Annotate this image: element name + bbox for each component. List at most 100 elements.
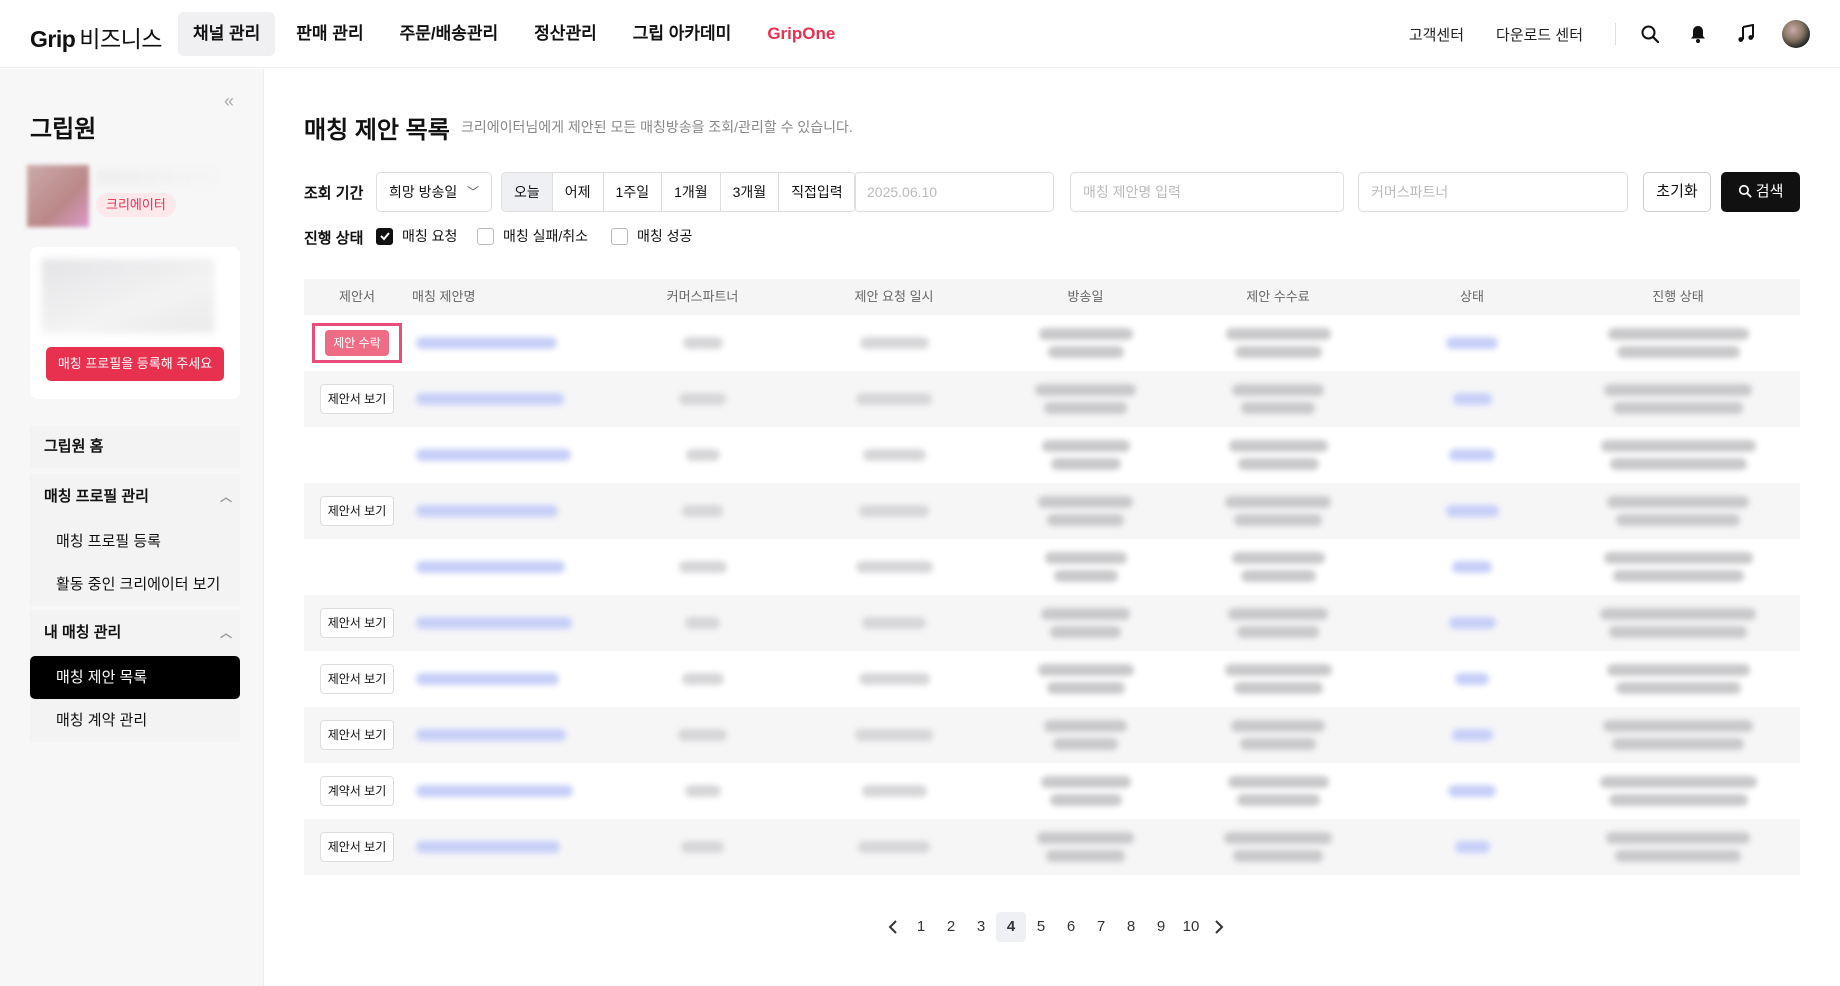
chevron-left-icon[interactable] <box>880 912 906 942</box>
request-date-cell <box>785 539 1003 595</box>
status-checkbox-failed[interactable]: 매칭 실패/취소 <box>477 226 588 246</box>
proposal-name-cell[interactable] <box>410 315 620 371</box>
sidebar-group-my-matching[interactable]: 내 매칭 관리 ︿ <box>30 610 240 656</box>
sidebar-item-active-creators[interactable]: 활동 중인 크리에이터 보기 <box>30 563 240 606</box>
sidebar-item-contract-manage[interactable]: 매칭 계약 관리 <box>30 699 240 742</box>
progress-cell <box>1556 315 1800 371</box>
action-cell: 제안 수락 <box>304 315 410 371</box>
action-cell: 제안서 보기 <box>304 707 410 763</box>
redacted-text <box>1040 776 1131 788</box>
range-custom[interactable]: 직접입력 <box>779 173 855 211</box>
avatar[interactable] <box>1782 20 1810 48</box>
redacted-text <box>1609 458 1747 470</box>
gnb-channel[interactable]: 채널 관리 <box>178 12 276 56</box>
sidebar-item-proposal-list[interactable]: 매칭 제안 목록 <box>30 656 240 699</box>
proposal-name-cell[interactable] <box>410 483 620 539</box>
range-yesterday[interactable]: 어제 <box>552 173 604 211</box>
date-field[interactable]: 2025.06.10 <box>854 172 1054 212</box>
sidebar-group-profile[interactable]: 매칭 프로필 관리 ︿ <box>30 474 240 520</box>
redacted-text <box>1606 832 1750 844</box>
progress-cell <box>1556 539 1800 595</box>
gnb-orders[interactable]: 주문/배송관리 <box>385 12 514 56</box>
download-center-link[interactable]: 다운로드 센터 <box>1496 24 1583 45</box>
redacted-text <box>1446 337 1498 349</box>
proposal-name-cell[interactable] <box>410 707 620 763</box>
collapse-sidebar-icon[interactable]: « <box>224 91 234 112</box>
reset-button[interactable]: 초기화 <box>1643 172 1711 212</box>
view-document-button[interactable]: 제안서 보기 <box>319 496 395 526</box>
proposal-name-cell[interactable] <box>410 427 620 483</box>
column-header: 제안서 <box>339 289 375 304</box>
broadcast-date-cell <box>1003 819 1168 875</box>
view-document-button[interactable]: 제안서 보기 <box>319 832 395 862</box>
view-document-button[interactable]: 제안서 보기 <box>319 384 395 414</box>
gnb-gripone[interactable]: GripOne <box>752 12 850 56</box>
bell-icon[interactable] <box>1686 22 1710 46</box>
redacted-text <box>1232 384 1324 396</box>
redacted-text <box>1612 738 1744 750</box>
grip-business-logo[interactable]: Grip 비즈니스 <box>30 20 162 54</box>
page-3[interactable]: 3 <box>966 912 996 942</box>
page-2[interactable]: 2 <box>936 912 966 942</box>
proposal-name-cell[interactable] <box>410 371 620 427</box>
request-date-cell <box>785 595 1003 651</box>
page-10[interactable]: 10 <box>1176 912 1206 942</box>
redacted-text <box>681 841 724 853</box>
search-icon <box>1738 184 1752 198</box>
gnb-academy[interactable]: 그립 아카데미 <box>618 12 747 56</box>
search-icon[interactable] <box>1638 22 1662 46</box>
page-9[interactable]: 9 <box>1146 912 1176 942</box>
sidebar-item-profile-register[interactable]: 매칭 프로필 등록 <box>30 520 240 563</box>
view-document-button[interactable]: 제안서 보기 <box>319 720 395 750</box>
partner-cell <box>620 819 785 875</box>
gnb-sales[interactable]: 판매 관리 <box>281 12 378 56</box>
page-7[interactable]: 7 <box>1086 912 1116 942</box>
proposal-name-cell[interactable] <box>410 651 620 707</box>
broadcast-date-cell <box>1003 371 1168 427</box>
sidebar-title: 그립원 <box>30 116 97 143</box>
proposal-name-cell[interactable] <box>410 763 620 819</box>
redacted-text <box>1234 514 1322 526</box>
sidebar-item-home[interactable]: 그립원 홈 <box>30 426 240 468</box>
redacted-text <box>416 449 571 461</box>
table-row: 제안서 보기 <box>304 707 1800 763</box>
register-profile-button[interactable]: 매칭 프로필을 등록해 주세요 <box>46 347 224 381</box>
range-today[interactable]: 오늘 <box>502 173 553 211</box>
proposal-name-input[interactable]: 매칭 제안명 입력 <box>1070 172 1344 212</box>
accept-proposal-button[interactable]: 제안 수락 <box>325 330 389 356</box>
proposal-name-cell[interactable] <box>410 539 620 595</box>
page-5[interactable]: 5 <box>1026 912 1056 942</box>
page-6[interactable]: 6 <box>1056 912 1086 942</box>
gnb-settlement[interactable]: 정산관리 <box>519 12 612 56</box>
table-row: 제안서 보기 <box>304 819 1800 875</box>
page-4-current[interactable]: 4 <box>996 912 1026 942</box>
range-3month[interactable]: 3개월 <box>720 173 780 211</box>
music-icon[interactable] <box>1734 22 1758 46</box>
partner-cell <box>620 315 785 371</box>
progress-cell <box>1556 763 1800 819</box>
view-document-button[interactable]: 계약서 보기 <box>319 776 395 806</box>
range-1week[interactable]: 1주일 <box>603 173 663 211</box>
view-document-button[interactable]: 제안서 보기 <box>319 664 395 694</box>
search-button[interactable]: 검색 <box>1721 172 1800 212</box>
redacted-text <box>1455 673 1489 685</box>
page-1[interactable]: 1 <box>906 912 936 942</box>
redacted-text <box>862 449 926 461</box>
proposal-name-cell[interactable] <box>410 819 620 875</box>
status-checkbox-request[interactable]: 매칭 요청 <box>376 226 457 246</box>
view-document-button[interactable]: 제안서 보기 <box>319 608 395 638</box>
redacted-text <box>1233 850 1323 862</box>
page-8[interactable]: 8 <box>1116 912 1146 942</box>
chevron-right-icon[interactable] <box>1206 912 1232 942</box>
date-type-select[interactable]: 희망 방송일 ﹀ <box>376 172 492 212</box>
partner-input[interactable]: 커머스파트너 <box>1358 172 1628 212</box>
proposal-name-cell[interactable] <box>410 595 620 651</box>
redacted-text <box>416 337 557 349</box>
redacted-text <box>1612 570 1744 582</box>
customer-center-link[interactable]: 고객센터 <box>1409 24 1464 45</box>
range-1month[interactable]: 1개월 <box>662 173 721 211</box>
date-type-value: 희망 방송일 <box>389 184 458 200</box>
fee-cell <box>1168 371 1388 427</box>
status-checkbox-success[interactable]: 매칭 성공 <box>611 226 692 246</box>
partner-cell <box>620 371 785 427</box>
